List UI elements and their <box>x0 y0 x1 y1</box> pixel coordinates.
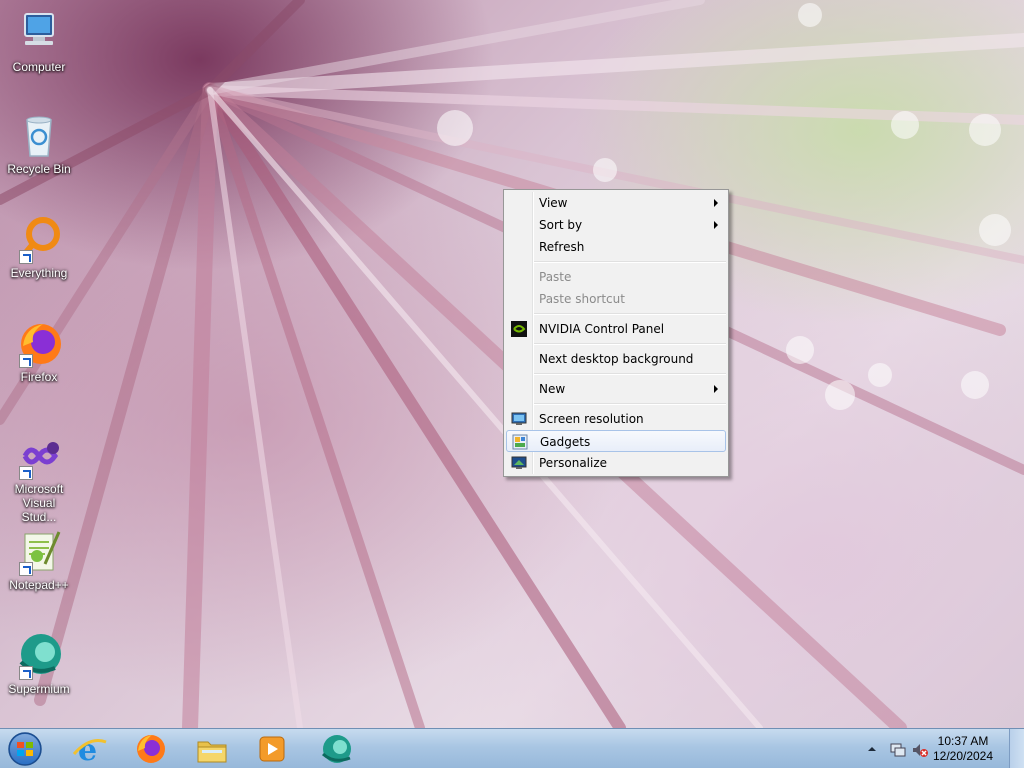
menu-item-label: Paste <box>539 270 572 284</box>
taskbar-media-player[interactable] <box>252 732 292 766</box>
menu-item-screen-resolution[interactable]: Screen resolution <box>506 408 726 430</box>
desktop-icon-visual-studio[interactable]: Microsoft Visual Stud... <box>2 432 76 524</box>
desktop-icon-label: Notepad++ <box>9 578 69 592</box>
desktop-context-menu: View Sort by Refresh Paste Paste shortcu… <box>503 189 729 477</box>
firefox-icon <box>15 320 63 368</box>
svg-text:e: e <box>78 733 97 766</box>
taskbar-firefox[interactable] <box>130 732 170 766</box>
gadgets-icon <box>512 434 528 450</box>
clock-date: 12/20/2024 <box>932 749 994 763</box>
visual-studio-icon <box>15 432 63 480</box>
menu-separator <box>534 313 726 315</box>
supermium-icon <box>321 735 351 763</box>
submenu-arrow-icon <box>714 221 718 229</box>
shortcut-arrow-icon <box>19 562 33 576</box>
menu-item-nvidia-control-panel[interactable]: NVIDIA Control Panel <box>506 318 726 340</box>
network-icon[interactable] <box>890 742 906 758</box>
menu-item-label: Gadgets <box>540 435 591 449</box>
file-explorer-icon <box>197 741 227 763</box>
menu-separator <box>534 403 726 405</box>
menu-item-refresh[interactable]: Refresh <box>506 236 726 258</box>
windows-logo-icon <box>8 732 42 766</box>
submenu-arrow-icon <box>714 385 718 393</box>
computer-icon <box>15 10 63 58</box>
shortcut-arrow-icon <box>19 354 33 368</box>
menu-item-label: Personalize <box>539 456 608 470</box>
volume-muted-icon[interactable] <box>912 742 928 758</box>
start-button[interactable] <box>6 731 44 767</box>
desktop[interactable]: Computer Recycle Bin Everything Firefox … <box>0 0 1024 728</box>
menu-separator <box>534 343 726 345</box>
taskbar: e 10:37 AM 12/20/2024 <box>0 728 1024 768</box>
taskbar-internet-explorer[interactable]: e <box>70 732 110 768</box>
menu-item-label: View <box>539 196 568 210</box>
menu-item-paste-shortcut[interactable]: Paste shortcut <box>506 288 726 310</box>
show-desktop-button[interactable] <box>1009 729 1024 768</box>
desktop-icon-label: Computer <box>12 60 66 74</box>
menu-separator <box>534 373 726 375</box>
nvidia-icon <box>511 321 527 337</box>
notepad-plus-plus-icon <box>15 528 63 576</box>
menu-item-view[interactable]: View <box>506 192 726 214</box>
desktop-icon-supermium[interactable]: Supermium <box>2 632 76 696</box>
shortcut-arrow-icon <box>19 466 33 480</box>
show-hidden-icons-chevron[interactable] <box>867 743 883 759</box>
desktop-icon-label: Everything <box>10 266 68 280</box>
desktop-icon-computer[interactable]: Computer <box>2 10 76 74</box>
menu-item-paste[interactable]: Paste <box>506 266 726 288</box>
monitor-icon <box>511 411 527 427</box>
menu-item-next-desktop-background[interactable]: Next desktop background <box>506 348 726 370</box>
menu-item-sort-by[interactable]: Sort by <box>506 214 726 236</box>
everything-icon <box>15 216 63 264</box>
menu-separator <box>534 261 726 263</box>
menu-item-gadgets[interactable]: Gadgets <box>506 430 726 452</box>
shortcut-arrow-icon <box>19 666 33 680</box>
taskbar-supermium[interactable] <box>316 732 356 766</box>
desktop-icon-label: Microsoft Visual Stud... <box>14 482 64 524</box>
desktop-icon-everything[interactable]: Everything <box>2 216 76 280</box>
menu-item-label: Refresh <box>539 240 585 254</box>
menu-item-label: Next desktop background <box>539 352 694 366</box>
menu-item-label: NVIDIA Control Panel <box>539 322 665 336</box>
media-player-icon <box>259 736 285 762</box>
submenu-arrow-icon <box>714 199 718 207</box>
desktop-icon-notepad-plus-plus[interactable]: Notepad++ <box>2 528 76 592</box>
menu-item-label: New <box>539 382 566 396</box>
firefox-icon <box>137 735 165 763</box>
taskbar-file-explorer[interactable] <box>192 732 232 766</box>
desktop-icon-firefox[interactable]: Firefox <box>2 320 76 384</box>
menu-item-label: Paste shortcut <box>539 292 625 306</box>
recycle-bin-icon <box>15 112 63 160</box>
desktop-icon-label: Recycle Bin <box>7 162 71 176</box>
personalize-icon <box>511 455 527 471</box>
menu-item-label: Screen resolution <box>539 412 644 426</box>
desktop-icon-label: Supermium <box>8 682 70 696</box>
menu-item-new[interactable]: New <box>506 378 726 400</box>
internet-explorer-icon: e <box>72 733 107 768</box>
clock[interactable]: 10:37 AM 12/20/2024 <box>928 734 998 764</box>
menu-item-label: Sort by <box>539 218 583 232</box>
menu-item-personalize[interactable]: Personalize <box>506 452 726 474</box>
desktop-icon-recycle-bin[interactable]: Recycle Bin <box>2 112 76 176</box>
desktop-icon-label: Firefox <box>20 370 58 384</box>
supermium-icon <box>15 632 63 680</box>
clock-time: 10:37 AM <box>937 734 989 748</box>
shortcut-arrow-icon <box>19 250 33 264</box>
